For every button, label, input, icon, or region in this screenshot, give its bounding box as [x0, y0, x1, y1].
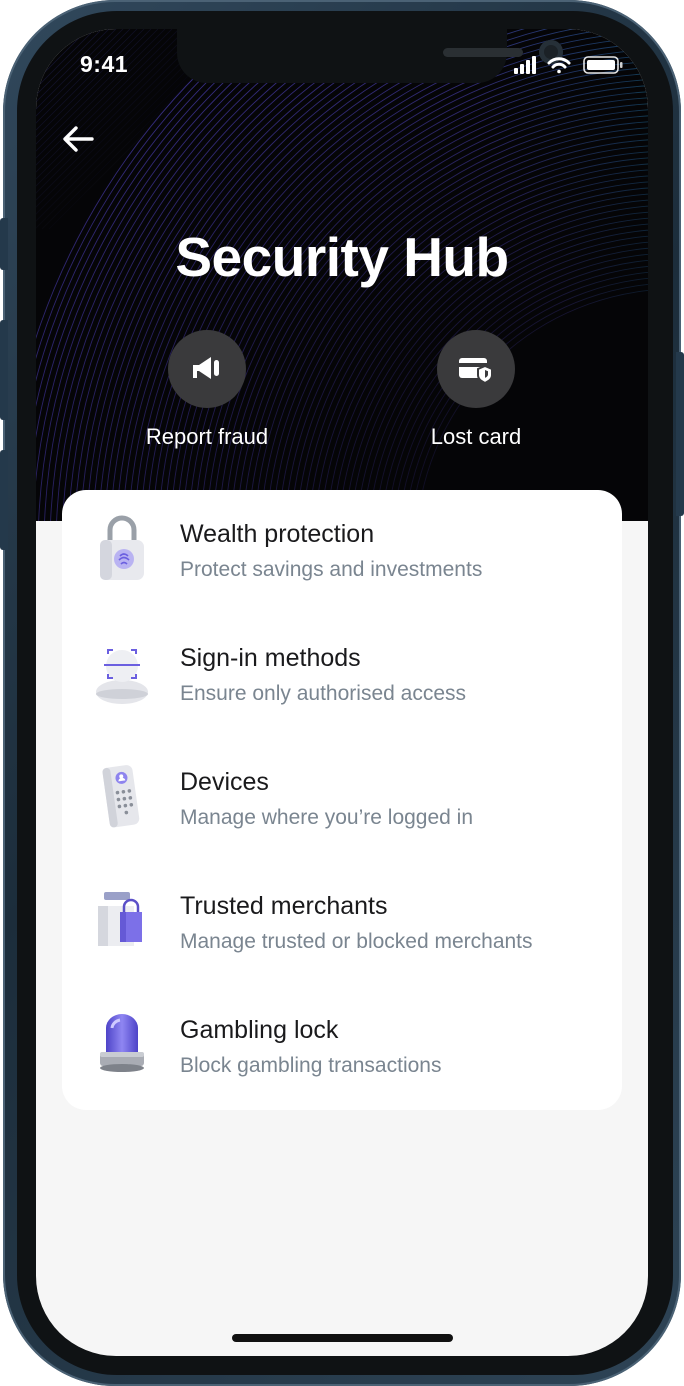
item-subtitle: Ensure only authorised access	[180, 682, 466, 705]
lost-card-label: Lost card	[430, 424, 522, 449]
status-time: 9:41	[80, 51, 129, 77]
page-title: Security Hub	[175, 226, 509, 288]
card-shield-icon	[459, 358, 493, 384]
phone-keypad-icon	[90, 760, 154, 832]
list-item-sign-in-methods[interactable]: Sign-in methods Ensure only authorised a…	[62, 614, 622, 738]
item-subtitle: Manage where you’re logged in	[180, 806, 474, 829]
notch	[177, 29, 563, 83]
list-item-devices[interactable]: Devices Manage where you’re logged in	[62, 738, 622, 862]
item-title: Gambling lock	[180, 1016, 339, 1044]
power-button	[676, 352, 684, 516]
list-item-wealth-protection[interactable]: Wealth protection Protect savings and in…	[62, 490, 622, 614]
volume-down-button	[0, 450, 8, 550]
item-title: Wealth protection	[180, 520, 375, 548]
screen: Security Hub Report fraud Lost card 9:41…	[36, 29, 648, 1356]
home-indicator[interactable]	[232, 1334, 453, 1342]
list-item-trusted-merchants[interactable]: Trusted merchants Manage trusted or bloc…	[62, 862, 622, 986]
report-fraud-button[interactable]: Report fraud	[117, 330, 297, 450]
mute-switch	[0, 218, 8, 270]
battery-icon	[583, 56, 623, 74]
hero-header: Security Hub Report fraud Lost card	[36, 29, 648, 521]
lost-card-icon-circle	[437, 330, 515, 408]
speaker-grille	[443, 48, 523, 57]
item-subtitle: Block gambling transactions	[180, 1054, 442, 1077]
volume-up-button	[0, 320, 8, 420]
item-subtitle: Protect savings and investments	[180, 558, 483, 581]
padlock-icon	[90, 512, 154, 584]
megaphone-icon	[193, 357, 219, 379]
status-icons	[514, 55, 626, 80]
item-title: Devices	[180, 768, 269, 796]
signal-icon	[514, 56, 536, 74]
report-fraud-label: Report fraud	[145, 424, 269, 449]
arrow-left-icon	[63, 126, 94, 152]
siren-light-icon	[90, 1008, 154, 1080]
shopping-bag-icon	[90, 884, 154, 956]
face-scan-icon	[90, 636, 154, 708]
wifi-icon	[547, 57, 571, 74]
lost-card-button[interactable]: Lost card	[386, 330, 566, 450]
list-item-gambling-lock[interactable]: Gambling lock Block gambling transaction…	[62, 986, 622, 1110]
report-fraud-icon-circle	[168, 330, 246, 408]
item-title: Sign-in methods	[180, 644, 361, 672]
back-button[interactable]	[58, 119, 98, 159]
item-subtitle: Manage trusted or blocked merchants	[180, 930, 533, 953]
item-title: Trusted merchants	[180, 892, 388, 920]
security-options-card: Wealth protection Protect savings and in…	[62, 490, 622, 1110]
